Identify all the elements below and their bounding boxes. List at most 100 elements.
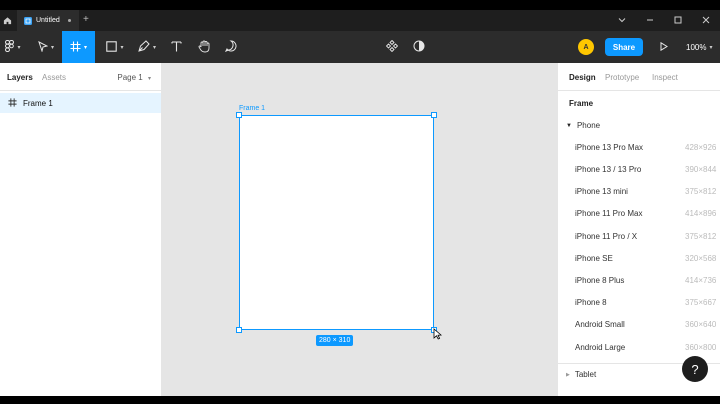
components-button[interactable] — [383, 31, 401, 63]
toolbar: ▾ ▾ ▾ ▾ ▾ A Share 100% ▾ — [0, 31, 720, 63]
preset-item[interactable]: iPhone SE 320×568 — [575, 247, 720, 269]
frame-size-badge: 280 × 310 — [316, 335, 354, 346]
chevron-down-icon: ▾ — [83, 44, 87, 51]
preset-group-tablet[interactable]: ▶ Tablet — [566, 370, 596, 379]
contrast-icon — [413, 40, 425, 54]
frame-1[interactable] — [239, 115, 434, 330]
preset-item[interactable]: iPhone 11 Pro Max 414×896 — [575, 202, 720, 224]
preset-name: iPhone 13 mini — [575, 186, 628, 196]
avatar[interactable]: A — [578, 39, 594, 55]
letterbox-bottom — [0, 396, 720, 404]
tab-bar: Untitled + — [0, 10, 720, 31]
preset-item[interactable]: iPhone 8 375×667 — [575, 291, 720, 313]
main-menu-button[interactable]: ▾ — [2, 31, 24, 63]
preset-size: 375×667 — [685, 297, 717, 307]
preset-size: 360×640 — [685, 319, 717, 329]
preset-item[interactable]: Android Large 360×800 — [575, 336, 720, 358]
resize-handle-top-left[interactable] — [236, 112, 242, 118]
resize-handle-bottom-left[interactable] — [236, 327, 242, 333]
letterbox-top — [0, 0, 720, 10]
page-selector[interactable]: Page 1 ▾ — [117, 73, 151, 82]
minimize-icon[interactable] — [636, 16, 664, 25]
chevron-down-icon: ▾ — [147, 76, 151, 82]
preset-name: iPhone 11 Pro / X — [575, 231, 638, 241]
cursor-icon — [433, 328, 443, 342]
move-pointer-icon — [38, 40, 49, 54]
pen-icon — [138, 40, 150, 54]
close-icon[interactable] — [692, 16, 720, 26]
layer-name: Frame 1 — [23, 98, 53, 108]
chevron-down-icon[interactable] — [608, 16, 636, 25]
file-tab-title: Untitled — [36, 17, 60, 24]
right-panel-tabs: Design Prototype Inspect — [558, 63, 720, 91]
figma-logo-icon — [5, 40, 15, 54]
preset-size: 414×896 — [685, 208, 717, 218]
zoom-dropdown[interactable]: 100% ▾ — [686, 31, 712, 63]
frame-tool[interactable]: ▾ — [62, 31, 95, 63]
preset-item[interactable]: iPhone 13 / 13 Pro 390×844 — [575, 158, 720, 180]
preset-size: 414×736 — [685, 275, 717, 285]
hand-icon — [198, 40, 210, 55]
window-controls — [608, 10, 720, 31]
text-tool[interactable] — [167, 31, 185, 63]
layers-panel: Layers Assets Page 1 ▾ Frame 1 — [0, 63, 162, 396]
section-title: Frame — [569, 99, 594, 108]
tab-inspect[interactable]: Inspect — [652, 73, 678, 82]
component-icon — [385, 39, 399, 54]
preset-name: iPhone 8 — [575, 297, 607, 307]
preset-name: iPhone SE — [575, 253, 613, 263]
preset-item[interactable]: iPhone 11 Pro / X 375×812 — [575, 225, 720, 247]
chevron-down-icon: ▾ — [17, 44, 21, 51]
chevron-down-icon: ▾ — [152, 44, 156, 51]
share-button[interactable]: Share — [605, 38, 643, 56]
shape-tool[interactable]: ▾ — [101, 31, 129, 63]
pen-tool[interactable]: ▾ — [133, 31, 161, 63]
dark-mode-button[interactable] — [410, 31, 428, 63]
tab-assets[interactable]: Assets — [42, 73, 66, 82]
hand-tool[interactable] — [195, 31, 213, 63]
preset-size: 390×844 — [685, 164, 717, 174]
chevron-down-icon: ▾ — [709, 44, 713, 51]
help-button[interactable]: ? — [682, 356, 708, 382]
file-icon — [24, 16, 32, 25]
layer-row[interactable]: Frame 1 — [0, 93, 161, 113]
preset-name: iPhone 13 / 13 Pro — [575, 164, 642, 174]
comment-tool[interactable] — [222, 31, 240, 63]
preset-size: 375×812 — [685, 231, 717, 241]
frame-label[interactable]: Frame 1 — [239, 105, 265, 112]
tab-prototype[interactable]: Prototype — [605, 73, 639, 82]
resize-handle-top-right[interactable] — [431, 112, 437, 118]
tab-layers[interactable]: Layers — [7, 73, 33, 82]
preset-item[interactable]: Android Small 360×640 — [575, 313, 720, 335]
maximize-icon[interactable] — [664, 16, 692, 26]
canvas[interactable]: Frame 1 280 × 310 — [162, 63, 557, 396]
page-selector-label: Page 1 — [117, 73, 143, 82]
preset-name: iPhone 13 Pro Max — [575, 142, 644, 152]
move-tool[interactable]: ▾ — [33, 31, 59, 63]
unsaved-dot-icon[interactable] — [67, 19, 71, 22]
preset-group-label: Phone — [576, 121, 601, 130]
preset-name: iPhone 8 Plus — [575, 275, 625, 285]
file-tab[interactable]: Untitled — [17, 10, 79, 31]
preset-size: 320×568 — [685, 253, 717, 263]
home-icon[interactable] — [0, 10, 14, 31]
chevron-down-icon: ▾ — [50, 44, 54, 51]
play-icon — [660, 41, 668, 53]
rectangle-icon — [106, 40, 118, 54]
frame-hash-icon — [8, 97, 17, 109]
preset-group-label: Tablet — [574, 370, 597, 379]
left-panel-tabs: Layers Assets Page 1 ▾ — [0, 63, 161, 91]
preset-item[interactable]: iPhone 13 Pro Max 428×926 — [575, 136, 720, 158]
tab-design[interactable]: Design — [569, 73, 596, 82]
preset-item[interactable]: iPhone 8 Plus 414×736 — [575, 269, 720, 291]
preset-item[interactable]: iPhone 13 mini 375×812 — [575, 180, 720, 202]
comment-icon — [224, 40, 237, 54]
preset-name: iPhone 11 Pro Max — [575, 208, 643, 218]
present-button[interactable] — [656, 39, 672, 55]
chevron-down-icon: ▾ — [120, 44, 124, 51]
preset-group-phone[interactable]: ▼ Phone — [566, 121, 600, 130]
new-tab-icon[interactable]: + — [83, 14, 89, 26]
preset-name: Android Large — [575, 342, 626, 352]
preset-size: 360×800 — [685, 342, 717, 352]
triangle-down-icon: ▼ — [566, 122, 572, 129]
